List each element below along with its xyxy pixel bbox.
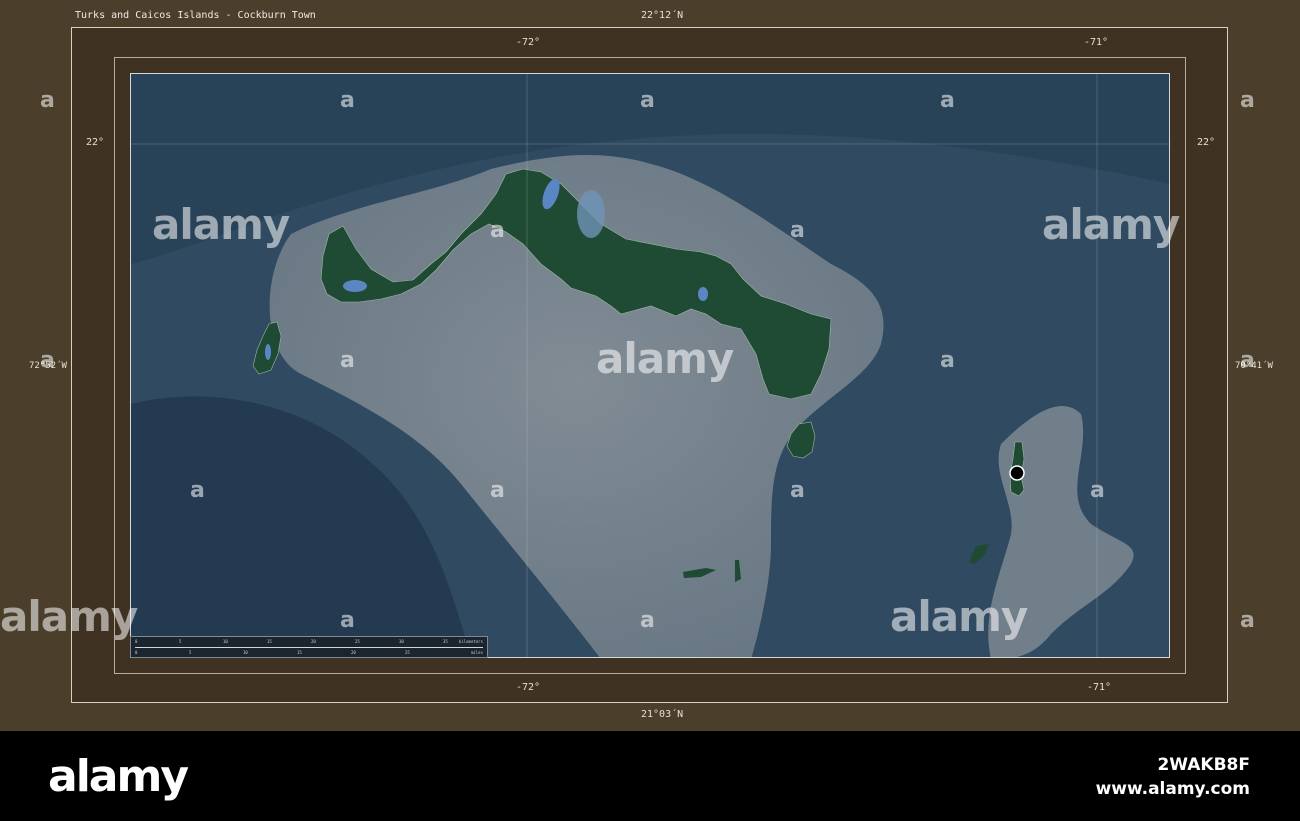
mi-tick: 10 <box>243 650 248 655</box>
km-tick: 10 <box>223 639 228 644</box>
watermark-icon: a <box>790 218 805 243</box>
top-center-label: 22°12´N <box>641 10 684 21</box>
watermark-icon: a <box>940 88 955 113</box>
map-sheet: Turks and Caicos Islands - Cockburn Town… <box>0 0 1300 731</box>
map-title: Turks and Caicos Islands - Cockburn Town <box>75 10 316 21</box>
map-screenshot: Turks and Caicos Islands - Cockburn Town… <box>0 0 1300 821</box>
image-code: 2WAKB8F <box>1157 755 1250 775</box>
watermark-icon: a <box>190 478 205 503</box>
watermark: alamy <box>152 200 290 249</box>
left-tick-1: 22° <box>86 137 105 148</box>
watermark: alamy <box>1042 200 1180 249</box>
watermark-icon: a <box>40 348 55 373</box>
lake-west <box>343 280 367 292</box>
mi-tick: 15 <box>297 650 302 655</box>
top-tick-2: -71° <box>1084 37 1109 48</box>
mi-unit: miles <box>470 650 483 655</box>
scale-bar: 0 5 10 15 20 25 30 35 kilometers 0 5 10 … <box>130 636 488 658</box>
lake-east <box>698 287 708 301</box>
watermark-icon: a <box>1090 478 1105 503</box>
watermark-icon: a <box>340 608 355 633</box>
top-tick-1: -72° <box>516 37 541 48</box>
lake-middle <box>577 190 605 238</box>
watermark-icon: a <box>490 478 505 503</box>
footer-brand: alamy <box>48 751 189 802</box>
bottom-center-label: 21°03´N <box>641 709 684 720</box>
capital-marker <box>1009 465 1025 481</box>
km-tick: 15 <box>267 639 272 644</box>
km-tick: 30 <box>399 639 404 644</box>
lake-westcaicos <box>265 344 271 360</box>
watermark: alamy <box>596 334 734 383</box>
watermark-icon: a <box>790 478 805 503</box>
km-unit: kilometers <box>458 639 483 644</box>
watermark-icon: a <box>1240 348 1255 373</box>
bottom-tick-2: -71° <box>1087 682 1112 693</box>
km-tick: 5 <box>179 639 182 644</box>
watermark: alamy <box>890 592 1028 641</box>
watermark-icon: a <box>1240 88 1255 113</box>
stock-footer: alamy 2WAKB8F www.alamy.com <box>0 731 1300 821</box>
watermark-icon: a <box>940 348 955 373</box>
watermark-icon: a <box>1240 608 1255 633</box>
watermark-icon: a <box>490 218 505 243</box>
right-tick-1: 22° <box>1197 137 1216 148</box>
watermark-icon: a <box>640 88 655 113</box>
footer-url[interactable]: www.alamy.com <box>1096 779 1250 799</box>
bottom-tick-1: -72° <box>516 682 541 693</box>
mi-tick: 0 <box>135 650 138 655</box>
km-tick: 35 <box>443 639 448 644</box>
km-tick: 25 <box>355 639 360 644</box>
watermark-icon: a <box>40 88 55 113</box>
watermark-icon: a <box>640 608 655 633</box>
mi-tick: 20 <box>351 650 356 655</box>
km-tick: 20 <box>311 639 316 644</box>
watermark-icon: a <box>340 348 355 373</box>
mi-tick: 5 <box>189 650 192 655</box>
scale-bar-line <box>135 647 483 648</box>
mi-tick: 25 <box>405 650 410 655</box>
watermark: alamy <box>0 592 138 641</box>
watermark-icon: a <box>340 88 355 113</box>
